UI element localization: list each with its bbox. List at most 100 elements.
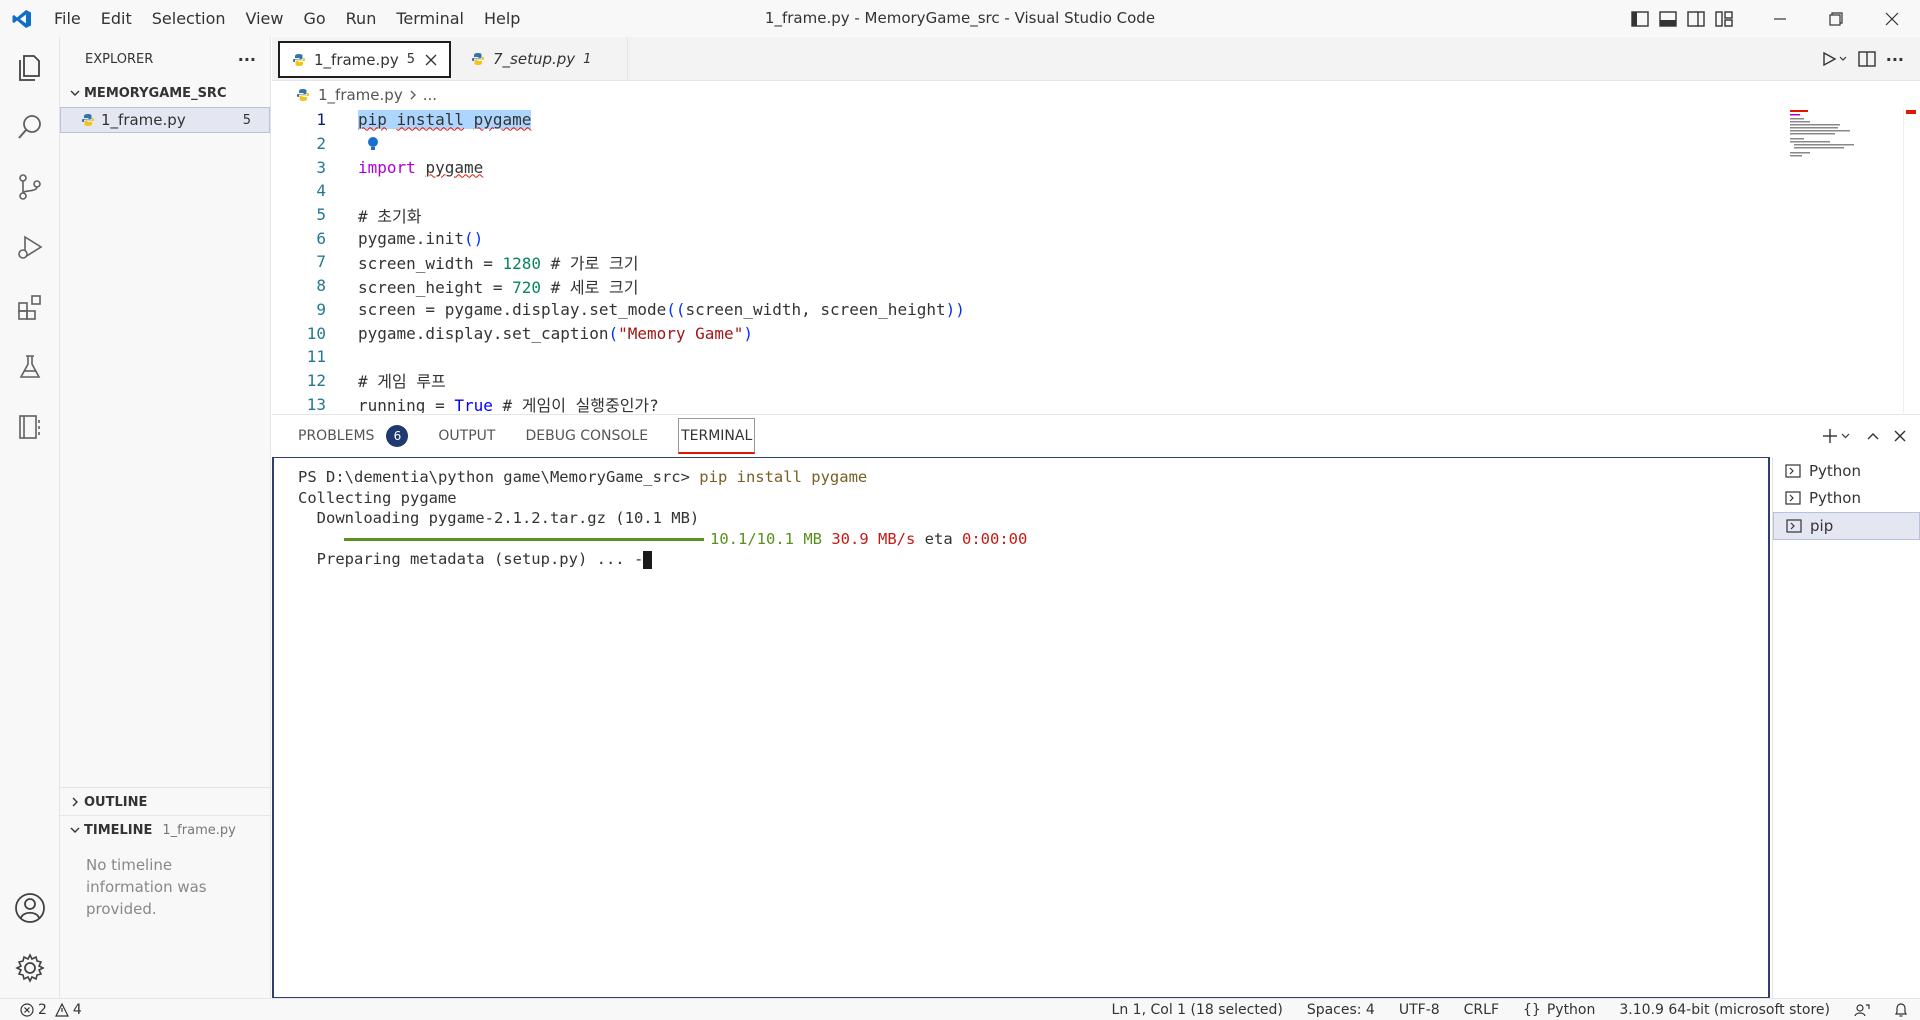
line-number: 2 (316, 134, 326, 154)
extensions-icon[interactable] (0, 277, 60, 337)
menu-run[interactable]: Run (336, 0, 387, 37)
scrollbar-error-marker (1906, 110, 1916, 114)
line-number: 10 (306, 323, 326, 343)
code-line: 13 running = True # 게임이 실행중인가? (272, 392, 1904, 413)
tab-7-setup[interactable]: 7_setup.py 1 (451, 37, 629, 81)
split-editor-icon[interactable] (1858, 51, 1876, 67)
tab-problem-count: 1 (583, 51, 592, 67)
code-text: # 게임 루프 (358, 372, 446, 392)
line-number: 11 (306, 347, 326, 367)
toggle-primary-sidebar-icon[interactable] (1626, 0, 1654, 37)
code-text: # 초기화 (358, 206, 422, 226)
breadcrumb-symbols[interactable]: ... (423, 86, 437, 104)
timeline-header[interactable]: TIMELINE 1_frame.py (60, 816, 271, 844)
file-item-1-frame[interactable]: 1_frame.py 5 (60, 107, 270, 133)
more-actions-icon[interactable]: ··· (1886, 50, 1904, 69)
code-editor[interactable]: 1 pip install pygame 2 3 import pygame 4… (272, 108, 1904, 413)
explorer-icon[interactable] (0, 37, 60, 97)
menu-selection[interactable]: Selection (142, 0, 236, 37)
menu-terminal[interactable]: Terminal (386, 0, 474, 37)
breadcrumb-file[interactable]: 1_frame.py (318, 86, 403, 104)
terminal-item-label: pip (1810, 516, 1834, 535)
menu-view[interactable]: View (236, 0, 294, 37)
code-text: import pygame (358, 157, 484, 177)
error-count: 2 (38, 1001, 47, 1018)
explorer-header: EXPLORER ··· (60, 37, 270, 81)
vscode-logo-icon (0, 0, 44, 37)
code-text: pygame.init() (358, 228, 484, 248)
tab-1-frame[interactable]: 1_frame.py 5 (278, 41, 451, 78)
new-terminal-icon[interactable] (1822, 428, 1852, 444)
terminal-item-label: Python (1809, 489, 1861, 508)
lightbulb-icon[interactable] (366, 136, 380, 152)
language-label: Python (1546, 1001, 1596, 1018)
problems-status[interactable]: 2 4 (0, 1002, 82, 1018)
line-number: 3 (316, 157, 326, 177)
search-icon[interactable] (0, 97, 60, 157)
file-problem-count: 5 (242, 112, 251, 128)
menu-file[interactable]: File (44, 0, 91, 37)
terminal-item-python-2[interactable]: Python (1773, 485, 1920, 513)
minimap[interactable] (1788, 108, 1903, 413)
terminal-item-python-1[interactable]: Python (1773, 457, 1920, 485)
maximize-panel-icon[interactable] (1866, 429, 1880, 443)
editor-actions: ··· (1822, 37, 1920, 81)
menu-edit[interactable]: Edit (91, 0, 142, 37)
line-ending[interactable]: CRLF (1452, 1002, 1511, 1018)
terminal-item-pip[interactable]: pip (1773, 512, 1920, 540)
indentation[interactable]: Spaces: 4 (1295, 1002, 1387, 1018)
folder-name: MEMORYGAME_SRC (84, 85, 227, 101)
outline-section: OUTLINE (60, 787, 271, 815)
feedback-icon[interactable] (1842, 1002, 1882, 1018)
code-line: 7 screen_width = 1280 # 가로 크기 (272, 250, 1904, 274)
restore-icon[interactable] (1808, 0, 1864, 37)
close-icon[interactable] (425, 54, 437, 66)
terminal-view[interactable]: PS D:\dementia\python game\MemoryGame_sr… (272, 457, 1770, 999)
outline-header[interactable]: OUTLINE (60, 788, 271, 816)
cursor-position[interactable]: Ln 1, Col 1 (18 selected) (1100, 1002, 1295, 1018)
toggle-secondary-sidebar-icon[interactable] (1682, 0, 1710, 37)
code-line: 10 pygame.display.set_caption("Memory Ga… (272, 321, 1904, 345)
code-text: pip install pygame (358, 110, 532, 130)
status-right: Ln 1, Col 1 (18 selected) Spaces: 4 UTF-… (1100, 999, 1920, 1020)
testing-icon[interactable] (0, 337, 60, 397)
terminal-line: Preparing metadata (setup.py) ... - (298, 550, 1768, 571)
remote-explorer-icon[interactable] (0, 397, 60, 457)
activity-bottom (0, 878, 60, 998)
code-text: pygame.display.set_caption("Memory Game"… (358, 323, 753, 343)
tab-problems[interactable]: PROBLEMS 6 (298, 418, 409, 454)
accounts-icon[interactable] (0, 878, 60, 938)
code-text: screen = pygame.display.set_mode((screen… (358, 299, 965, 319)
explorer-more-button[interactable]: ··· (238, 50, 256, 69)
settings-gear-icon[interactable] (0, 938, 60, 998)
minimize-icon[interactable] (1752, 0, 1808, 37)
braces-icon: {} (1523, 1001, 1541, 1018)
menu-help[interactable]: Help (474, 0, 530, 37)
code-line: 5 # 초기화 (272, 203, 1904, 227)
language-mode[interactable]: {} Python (1511, 1002, 1607, 1018)
close-window-icon[interactable] (1864, 0, 1920, 37)
folder-header[interactable]: MEMORYGAME_SRC (60, 81, 270, 105)
code-text: screen_height = 720 # 세로 크기 (358, 277, 639, 297)
python-file-icon (292, 53, 306, 67)
notifications-bell-icon[interactable] (1882, 1002, 1920, 1018)
close-panel-icon[interactable] (1894, 430, 1906, 442)
encoding[interactable]: UTF-8 (1387, 1002, 1452, 1018)
run-debug-icon[interactable] (0, 217, 60, 277)
tab-output[interactable]: OUTPUT (438, 418, 495, 454)
code-text: running = True # 게임이 실행중인가? (358, 396, 659, 413)
tab-terminal[interactable]: TERMINAL (678, 418, 756, 454)
code-line: 9 screen = pygame.display.set_mode((scre… (272, 298, 1904, 322)
line-number: 9 (316, 299, 326, 319)
customize-layout-icon[interactable] (1710, 0, 1738, 37)
source-control-icon[interactable] (0, 157, 60, 217)
terminal-list: Python Python pip (1772, 457, 1920, 999)
python-interpreter[interactable]: 3.10.9 64-bit (microsoft store) (1607, 1002, 1842, 1018)
run-python-file-icon[interactable] (1822, 51, 1848, 67)
tab-debug-console[interactable]: DEBUG CONSOLE (525, 418, 648, 454)
terminal-line: Downloading pygame-2.1.2.tar.gz (10.1 MB… (298, 509, 700, 527)
tab-problems-label: PROBLEMS (298, 428, 375, 444)
menu-go[interactable]: Go (293, 0, 335, 37)
editor-scrollbar[interactable] (1903, 108, 1917, 413)
toggle-panel-icon[interactable] (1654, 0, 1682, 37)
